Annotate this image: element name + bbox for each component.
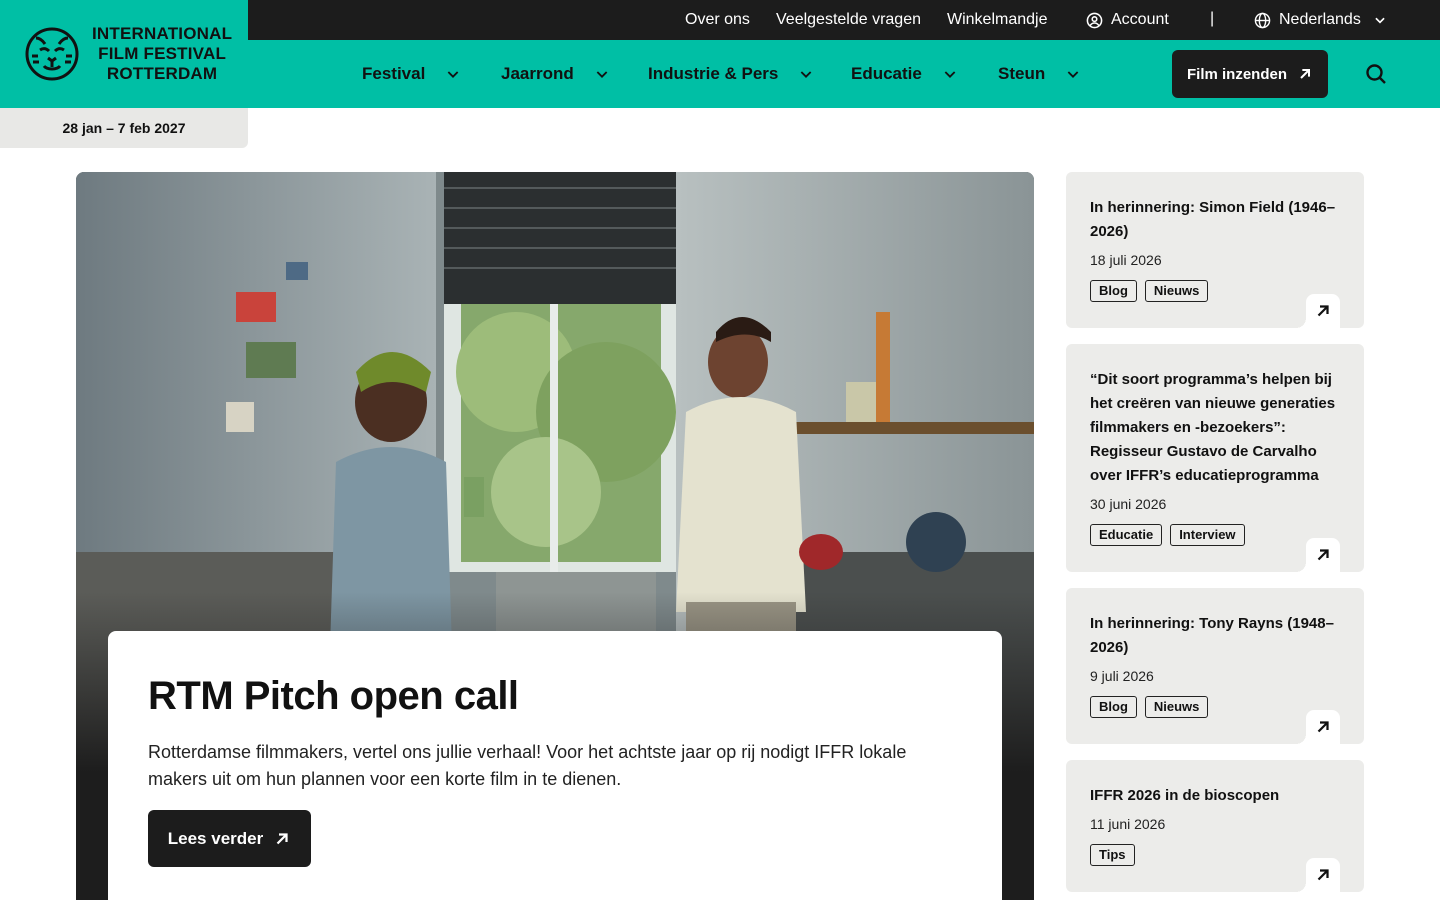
tag-list: Educatie Interview [1090, 524, 1340, 546]
nav-item-educatie[interactable]: Educatie [851, 64, 958, 84]
nav-label: Jaarrond [501, 64, 574, 83]
news-card-date: 18 juli 2026 [1090, 252, 1162, 268]
hero-feature: RTM Pitch open call Rotterdamse filmmake… [76, 172, 1034, 900]
chevron-down-icon [944, 71, 956, 78]
logo-line-3: ROTTERDAM [106, 64, 218, 83]
chevron-down-icon [447, 71, 459, 78]
news-card-date: 11 juni 2026 [1090, 816, 1166, 832]
submit-film-button[interactable]: Film inzenden [1172, 50, 1328, 98]
topbar-link-faq[interactable]: Veelgestelde vragen [776, 11, 921, 29]
search-icon[interactable] [1364, 62, 1388, 86]
chevron-down-icon [801, 71, 812, 78]
card-arrow[interactable] [1296, 858, 1340, 892]
arrow-up-right-icon [1317, 305, 1329, 317]
logo-line-1: INTERNATIONAL [92, 24, 233, 43]
tiger-logo-icon [25, 27, 79, 81]
tag[interactable]: Nieuws [1144, 280, 1209, 302]
hero-description: Rotterdamse filmmakers, vertel ons julli… [148, 742, 907, 789]
news-card-date: 9 juli 2026 [1090, 668, 1154, 684]
card-arrow[interactable] [1296, 538, 1340, 572]
logo-wordmark: INTERNATIONAL FILM FESTIVAL ROTTERDAM [92, 24, 232, 84]
language-selector[interactable]: Nederlands [1254, 11, 1387, 29]
iffr-logo[interactable]: INTERNATIONAL FILM FESTIVAL ROTTERDAM [24, 24, 232, 84]
chevron-down-icon [596, 71, 608, 78]
arrow-up-right-icon [276, 832, 288, 844]
tag-list: Tips [1090, 844, 1340, 866]
tag[interactable]: Blog [1090, 696, 1137, 718]
language-label: Nederlands [1279, 11, 1361, 28]
tag[interactable]: Blog [1090, 280, 1137, 302]
card-arrow[interactable] [1296, 710, 1340, 744]
festival-dates: 28 jan – 7 feb 2027 [0, 108, 248, 148]
chevron-down-icon [1375, 17, 1385, 24]
read-more-button[interactable]: Lees verder [148, 810, 311, 867]
news-card[interactable]: “Dit soort programma’s helpen bij het cr… [1066, 344, 1364, 572]
logo-line-2: FILM FESTIVAL [98, 44, 227, 63]
arrow-up-right-icon [1317, 549, 1329, 561]
news-card[interactable]: In herinnering: Simon Field (1946–2026) … [1066, 172, 1364, 328]
nav-item-jaarrond[interactable]: Jaarrond [501, 64, 610, 84]
news-card-title: IFFR 2026 in de bioscopen [1090, 787, 1280, 804]
topbar-link-cart[interactable]: Winkelmandje [947, 11, 1047, 29]
tag[interactable]: Educatie [1090, 524, 1163, 546]
submit-film-label: Film inzenden [1186, 65, 1287, 83]
card-arrow[interactable] [1296, 294, 1340, 328]
nav-label: Industrie & Pers [648, 64, 779, 83]
globe-icon [1254, 12, 1271, 28]
tag[interactable]: Tips [1090, 844, 1135, 866]
news-card-title: In herinnering: Simon Field (1946–2026) [1090, 199, 1336, 240]
news-card-title: In herinnering: Tony Rayns (1948–2026) [1090, 615, 1334, 656]
nav-item-festival[interactable]: Festival [362, 64, 461, 84]
utility-bar: Over ons Veelgestelde vragen Winkelmandj… [248, 0, 1440, 40]
arrow-up-right-icon [1317, 869, 1329, 881]
news-card[interactable]: IFFR 2026 in de bioscopen 11 juni 2026 T… [1066, 760, 1364, 892]
arrow-up-right-icon [1317, 721, 1329, 733]
nav-item-steun[interactable]: Steun [998, 64, 1081, 84]
news-card[interactable]: In herinnering: Tony Rayns (1948–2026) 9… [1066, 588, 1364, 744]
tag[interactable]: Interview [1170, 524, 1245, 546]
nav-label: Educatie [851, 64, 922, 83]
tag-list: Blog Nieuws [1090, 280, 1340, 302]
account-link[interactable]: Account [1086, 11, 1169, 29]
nav-label: Steun [998, 64, 1046, 83]
topbar-link-about[interactable]: Over ons [685, 11, 750, 29]
site-header: Over ons Veelgestelde vragen Winkelmandj… [0, 0, 1440, 108]
hero-title[interactable]: RTM Pitch open call [148, 671, 962, 721]
nav-label: Festival [362, 64, 426, 83]
chevron-down-icon [1067, 71, 1079, 78]
nav-item-industrie-pers[interactable]: Industrie & Pers [648, 64, 814, 84]
news-card-title: “Dit soort programma’s helpen bij het cr… [1090, 371, 1336, 484]
tag[interactable]: Nieuws [1144, 696, 1209, 718]
read-more-label: Lees verder [167, 828, 264, 848]
news-card-date: 30 juni 2026 [1090, 496, 1167, 512]
user-circle-icon [1086, 12, 1103, 28]
hero-card: RTM Pitch open call Rotterdamse filmmake… [108, 631, 1002, 900]
tag-list: Blog Nieuws [1090, 696, 1340, 718]
topbar-separator: | [1210, 10, 1215, 27]
account-label: Account [1111, 11, 1169, 28]
arrow-up-right-icon [1300, 69, 1310, 79]
